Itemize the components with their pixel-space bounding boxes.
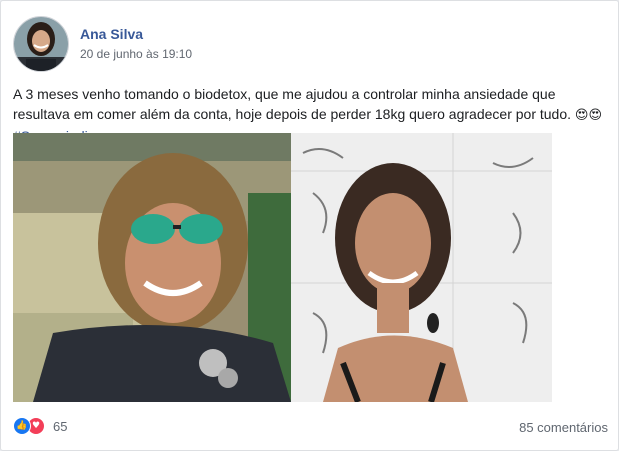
- reactions-summary[interactable]: 👍 ♥ 65: [13, 417, 67, 435]
- heart-eyes-emoji: 😍😍: [574, 108, 603, 123]
- like-icon: 👍: [13, 417, 31, 435]
- post-card: Ana Silva 20 de junho às 19:10 A 3 meses…: [0, 0, 619, 451]
- reaction-count[interactable]: 65: [53, 419, 67, 434]
- author-name[interactable]: Ana Silva: [80, 26, 143, 42]
- comments-count-link[interactable]: 85 comentários: [519, 420, 608, 435]
- author-avatar[interactable]: [13, 16, 69, 72]
- post-photo[interactable]: [13, 133, 552, 402]
- post-body-text: A 3 meses venho tomando o biodetox, que …: [13, 86, 572, 122]
- post-timestamp[interactable]: 20 de junho às 19:10: [80, 47, 192, 61]
